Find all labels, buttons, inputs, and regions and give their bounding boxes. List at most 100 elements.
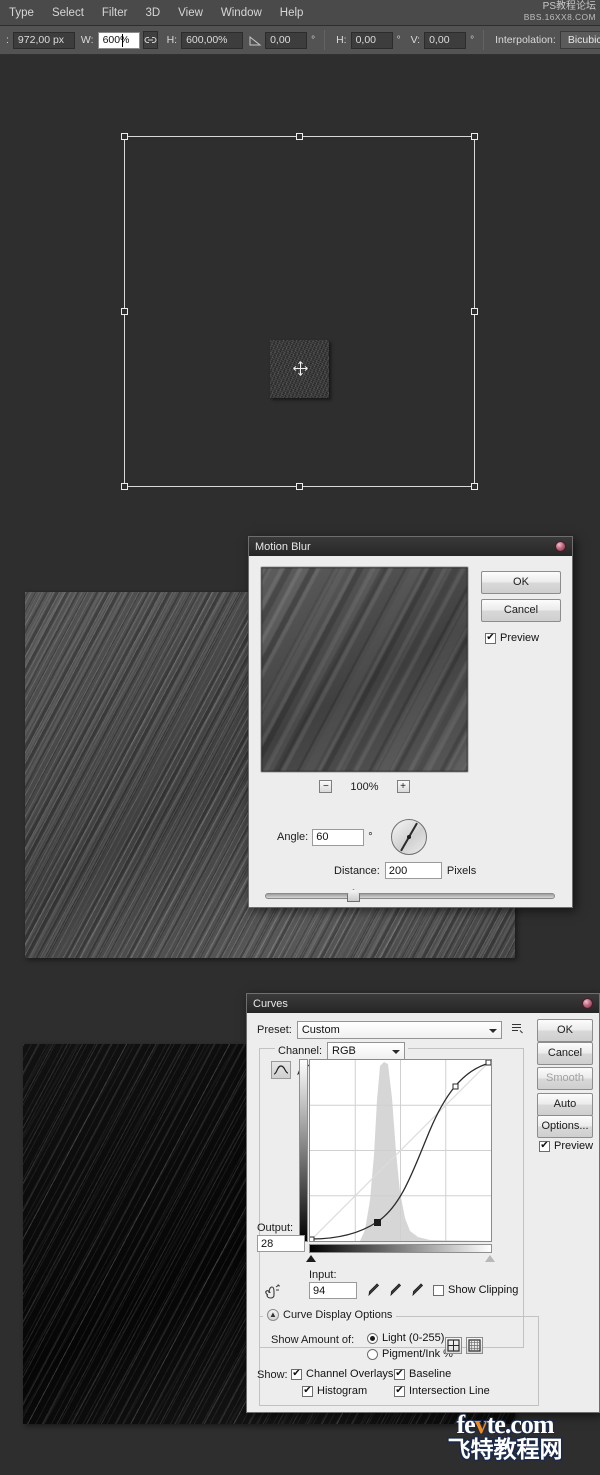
transform-handle-bottom-right[interactable] [471, 483, 478, 490]
input-label: Input: [309, 1269, 337, 1281]
menu-item-select[interactable]: Select [43, 3, 93, 23]
checkbox-checked-icon: ✔ [302, 1385, 313, 1397]
motion-blur-titlebar[interactable]: Motion Blur [249, 537, 572, 556]
curve-point-black [308, 1236, 315, 1243]
baseline-label: Baseline [409, 1368, 452, 1380]
angle-input[interactable] [312, 828, 365, 846]
collapse-chevron-icon[interactable]: ▲ [267, 1309, 279, 1321]
height-percent-input[interactable]: 600,00% [181, 31, 244, 49]
distance-input[interactable] [384, 862, 442, 879]
transform-handle-middle-left[interactable] [121, 307, 128, 315]
curves-titlebar[interactable]: Curves [247, 994, 599, 1013]
menu-item-view[interactable]: View [169, 3, 212, 23]
eyedropper-white-point-icon[interactable] [411, 1282, 425, 1300]
transform-handle-bottom-center[interactable] [295, 483, 303, 490]
free-transform-bounding-box[interactable] [121, 133, 478, 490]
curve-point-selected [374, 1219, 381, 1226]
motion-blur-angle-row: Angle: ° [277, 819, 427, 855]
curves-cancel-button[interactable]: Cancel [537, 1042, 593, 1065]
transform-handle-middle-right[interactable] [471, 307, 478, 315]
curves-options-button[interactable]: Options... [537, 1115, 593, 1138]
black-point-marker[interactable] [306, 1255, 316, 1262]
distance-slider[interactable] [265, 889, 555, 903]
eyedropper-group [367, 1282, 425, 1300]
on-image-adjust-icon[interactable] [263, 1282, 282, 1304]
menu-item-window[interactable]: Window [212, 3, 271, 23]
zoom-out-button[interactable]: − [319, 780, 333, 793]
curves-smooth-button[interactable]: Smooth [537, 1067, 593, 1090]
motion-blur-cancel-button[interactable]: Cancel [481, 599, 561, 622]
grid-quarter-icon[interactable] [445, 1337, 462, 1354]
grid-quarter-glyph [447, 1339, 460, 1352]
preset-menu-glyph [511, 1024, 523, 1034]
v-shear-degree-symbol: ° [470, 34, 475, 46]
width-percent-input[interactable]: 600% [97, 31, 140, 49]
output-input[interactable] [257, 1235, 305, 1252]
interpolation-select[interactable]: Bicubic [559, 31, 600, 49]
transform-handle-top-left[interactable] [121, 133, 128, 140]
menu-item-type[interactable]: Type [0, 3, 43, 23]
input-input[interactable] [309, 1282, 357, 1299]
curve-glyph [273, 1065, 289, 1075]
histogram-checkbox[interactable]: ✔ Histogram [302, 1385, 367, 1397]
distance-unit-label: Pixels [446, 864, 477, 877]
menu-item-3d[interactable]: 3D [136, 3, 169, 23]
close-icon[interactable] [582, 998, 593, 1009]
motion-blur-preview-checkbox[interactable]: ✔ Preview [485, 632, 539, 644]
channel-overlays-checkbox[interactable]: ✔ Channel Overlays [291, 1368, 393, 1380]
curve-display-options-header[interactable]: ▲ Curve Display Options [263, 1309, 397, 1321]
preset-select[interactable]: Custom [296, 1021, 502, 1039]
angle-dial-control[interactable] [390, 819, 427, 855]
preset-selected-value: Custom [301, 1024, 340, 1036]
menu-item-filter[interactable]: Filter [93, 3, 137, 23]
curve-point-white [485, 1059, 492, 1066]
radio-pigment-label: Pigment/Ink % [382, 1348, 453, 1360]
curves-channel-row: Channel: RGB [275, 1042, 409, 1060]
angle-label: Angle: [277, 831, 309, 843]
height-px-field[interactable]: 972,00 px [12, 31, 75, 49]
preset-menu-icon[interactable] [511, 1022, 524, 1038]
close-icon[interactable] [555, 541, 566, 552]
channel-select[interactable]: RGB [327, 1042, 406, 1060]
motion-blur-title: Motion Blur [255, 540, 311, 553]
curves-graph-area[interactable] [299, 1059, 495, 1262]
transform-handle-bottom-left[interactable] [121, 483, 128, 490]
curve-point-highlight [452, 1083, 459, 1090]
motion-blur-preview-image[interactable] [261, 567, 468, 772]
link-chain-icon[interactable] [142, 31, 158, 49]
show-clipping-label: Show Clipping [448, 1284, 519, 1296]
h-shear-input[interactable]: 0,00 [350, 31, 393, 49]
show-clipping-checkbox[interactable]: Show Clipping [433, 1284, 518, 1296]
intersection-line-checkbox[interactable]: ✔ Intersection Line [394, 1385, 490, 1397]
radio-dot [370, 1335, 375, 1341]
show-label: Show: [257, 1369, 288, 1381]
curve-pencil-icon[interactable] [271, 1061, 291, 1079]
radio-light-option[interactable]: Light (0-255) [367, 1332, 444, 1344]
eyedropper-black-point-icon[interactable] [367, 1282, 381, 1300]
curves-plot[interactable] [308, 1059, 492, 1243]
motion-blur-zoom-controls: − 100% + [261, 780, 468, 793]
menu-item-help[interactable]: Help [271, 3, 313, 23]
curves-auto-button[interactable]: Auto [537, 1093, 593, 1116]
eyedropper-gray-point-icon[interactable] [389, 1282, 403, 1300]
curves-preview-checkbox[interactable]: ✔ Preview [539, 1140, 593, 1152]
motion-blur-preview-label: Preview [500, 632, 540, 644]
grid-tenth-icon[interactable] [466, 1337, 483, 1354]
transform-handle-top-right[interactable] [471, 133, 478, 140]
rotation-angle-input[interactable]: 0,00 [265, 31, 308, 49]
radio-pigment-option[interactable]: Pigment/Ink % [367, 1348, 453, 1360]
curves-ok-button[interactable]: OK [537, 1019, 593, 1042]
preset-label: Preset: [257, 1024, 292, 1036]
baseline-checkbox[interactable]: ✔ Baseline [394, 1368, 451, 1380]
distance-slider-thumb[interactable] [347, 889, 360, 902]
zoom-in-button[interactable]: + [396, 780, 410, 793]
grid-size-buttons [445, 1337, 483, 1354]
transform-handle-top-center[interactable] [295, 133, 303, 140]
channel-label: Channel: [278, 1045, 323, 1057]
motion-blur-ok-button[interactable]: OK [481, 571, 561, 594]
white-point-marker[interactable] [485, 1255, 495, 1262]
options-separator-2 [483, 30, 485, 50]
curves-preset-row: Preset: Custom [257, 1021, 524, 1039]
v-shear-input[interactable]: 0,00 [424, 31, 467, 49]
angle-degree-symbol: ° [311, 34, 316, 46]
